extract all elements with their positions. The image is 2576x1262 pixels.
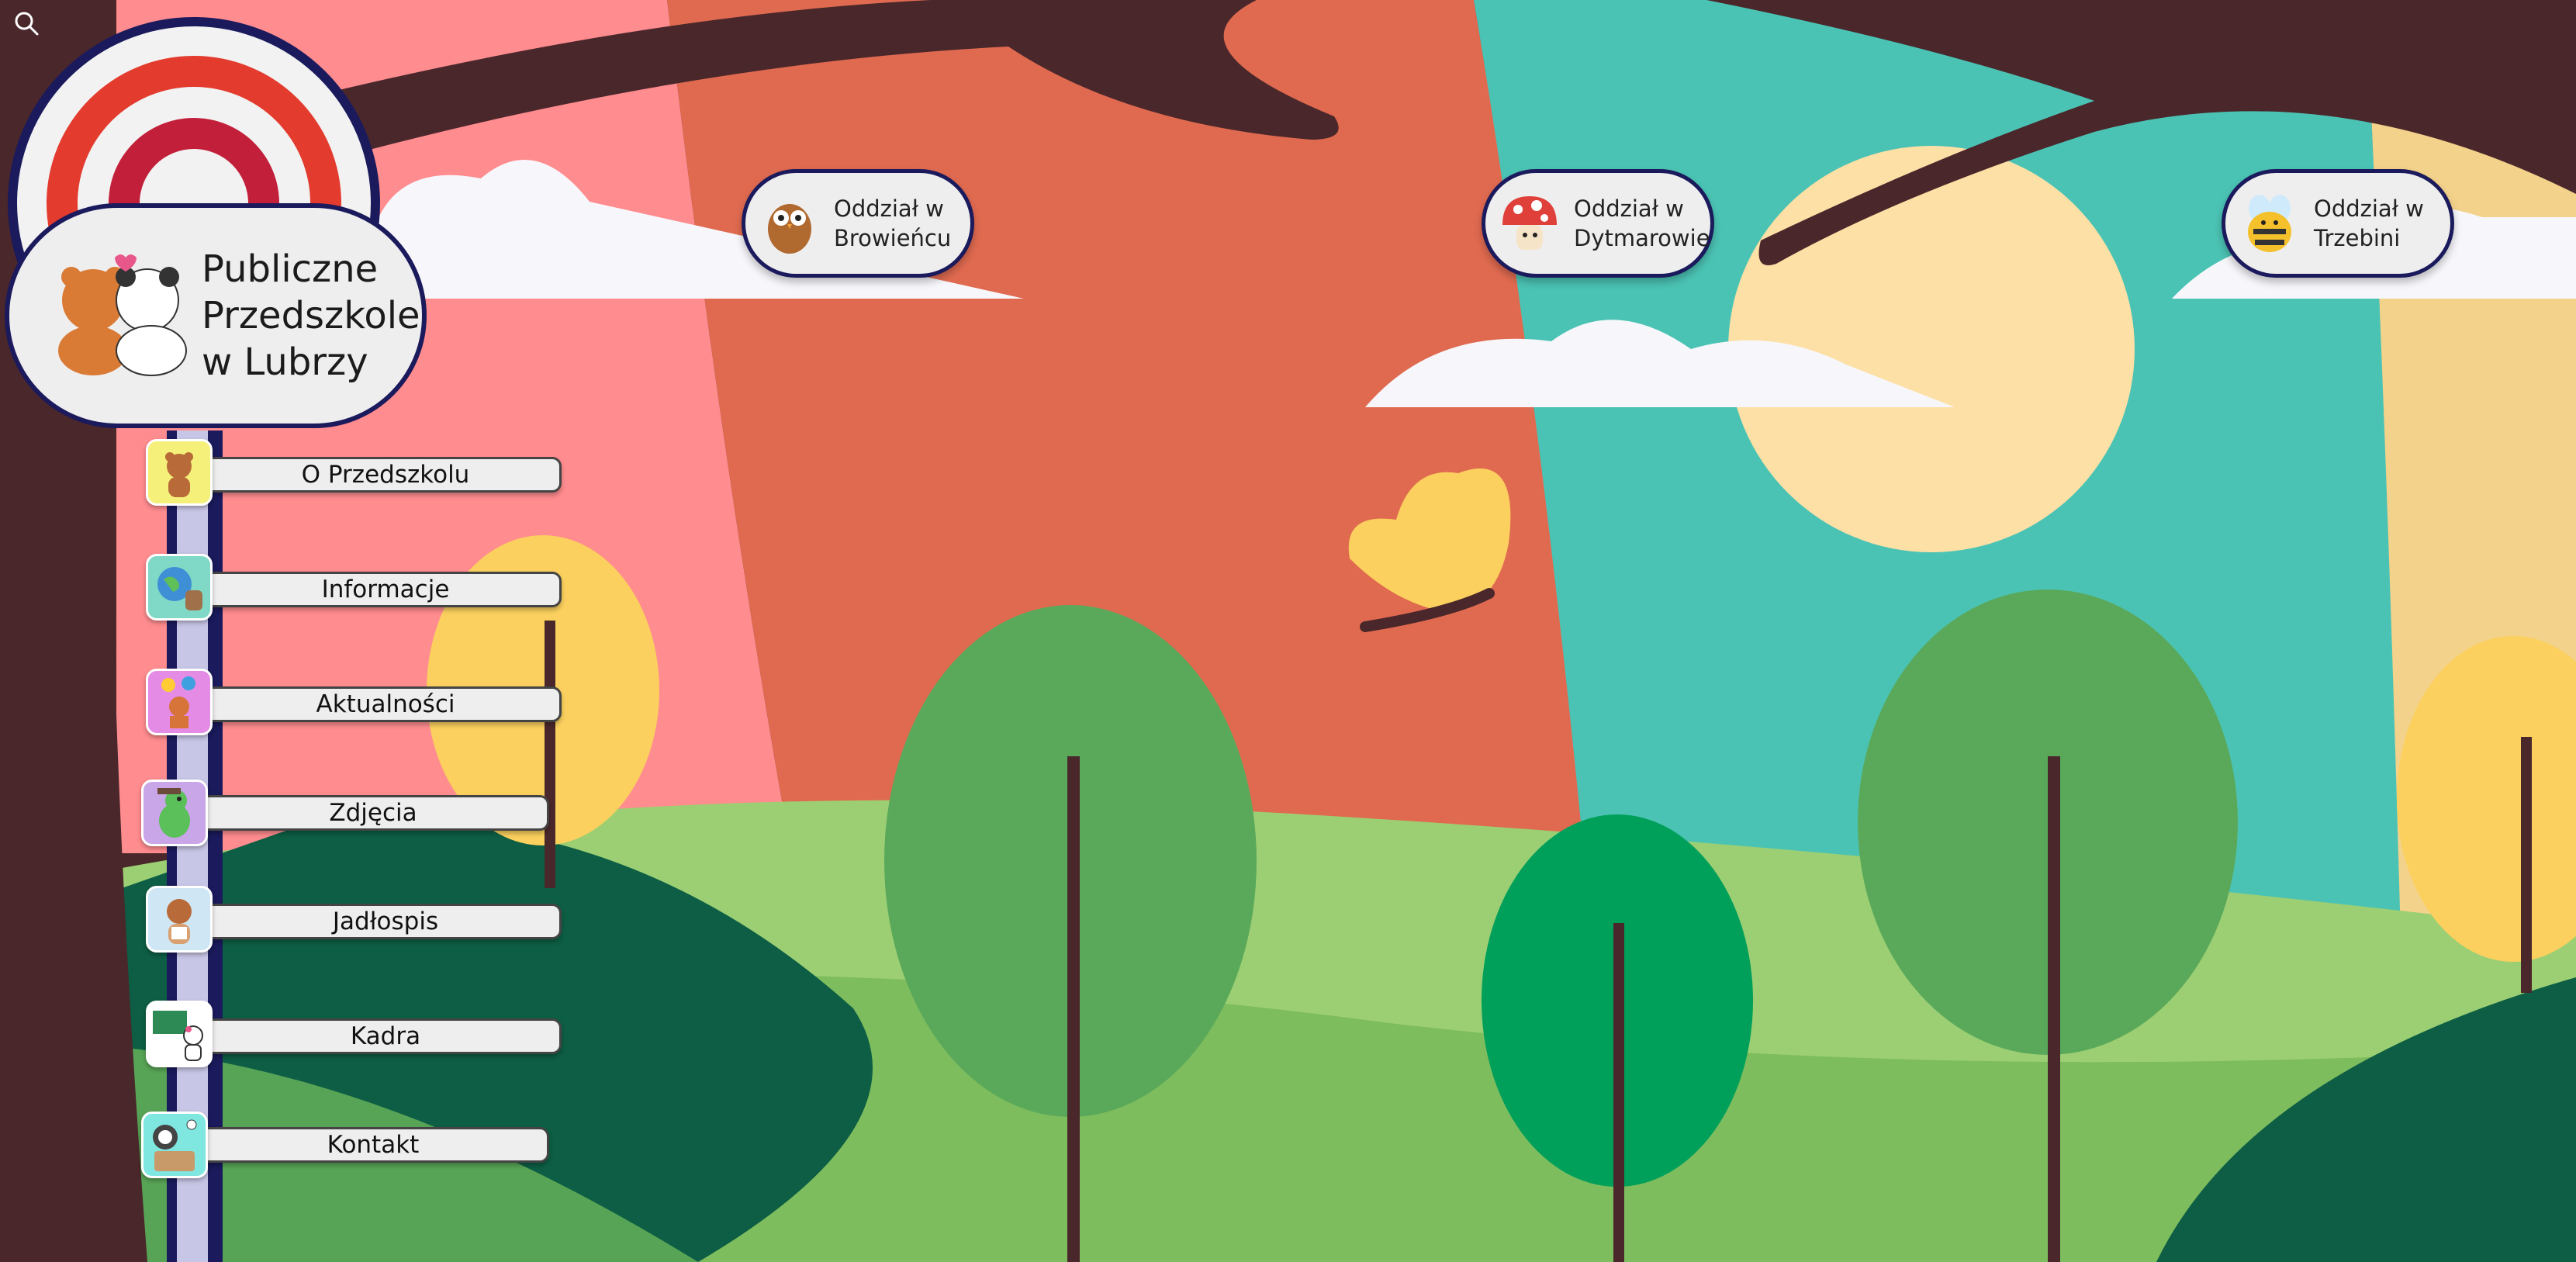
menu-label: Aktualności: [316, 690, 455, 718]
branch-label-line1: Oddział w: [2314, 195, 2424, 222]
mushroom-icon: [1496, 190, 1563, 257]
dinosaur-icon: [141, 780, 208, 846]
branch-trzebinia[interactable]: Oddział w Trzebini: [2222, 169, 2454, 278]
branch-label-line2: Browieńcu: [834, 225, 952, 251]
menu-label: Kontakt: [327, 1131, 420, 1159]
branch-dytmarow[interactable]: Oddział w Dytmarowie: [1482, 169, 1714, 278]
menu-item-jadlospis[interactable]: Jadłospis: [178, 904, 562, 939]
site-title: Publiczne Przedszkole w Lubrzy: [202, 247, 420, 384]
balloon-icon: [146, 669, 213, 735]
branch-browieniec[interactable]: Oddział w Browieńcu: [742, 169, 974, 278]
menu-item-o-przedszkolu[interactable]: O Przedszkolu: [178, 457, 562, 493]
chef-bear-icon: [146, 886, 213, 953]
menu-item-kadra[interactable]: Kadra: [178, 1018, 562, 1054]
branch-label-line2: Trzebini: [2314, 225, 2401, 251]
menu-label: Kadra: [350, 1022, 421, 1050]
menu-label: Informacje: [321, 576, 450, 603]
logo[interactable]: Publiczne Przedszkole w Lubrzy: [5, 203, 427, 428]
background-illustration: [0, 0, 2576, 1262]
menu-item-informacje[interactable]: Informacje: [178, 572, 562, 607]
menu-label: O Przedszkolu: [301, 461, 470, 489]
search-icon[interactable]: [12, 9, 40, 37]
menu-label: Jadłospis: [332, 908, 439, 935]
bear-panda-icon: [47, 254, 194, 378]
bear-icon: [146, 439, 213, 506]
menu-item-zdjecia[interactable]: Zdjęcia: [166, 795, 549, 831]
branch-label-line1: Oddział w: [1574, 195, 1684, 222]
menu-label: Zdjęcia: [329, 799, 417, 827]
branch-label-line2: Dytmarowie: [1574, 225, 1710, 251]
globe-icon: [146, 554, 213, 621]
branch-label-line1: Oddział w: [834, 195, 944, 222]
teacher-icon: [146, 1001, 213, 1067]
menu-item-aktualnosci[interactable]: Aktualności: [178, 686, 562, 722]
menu-item-kontakt[interactable]: Kontakt: [166, 1127, 549, 1163]
owl-icon: [756, 190, 823, 257]
robot-icon: [141, 1112, 208, 1178]
bee-icon: [2236, 190, 2303, 257]
